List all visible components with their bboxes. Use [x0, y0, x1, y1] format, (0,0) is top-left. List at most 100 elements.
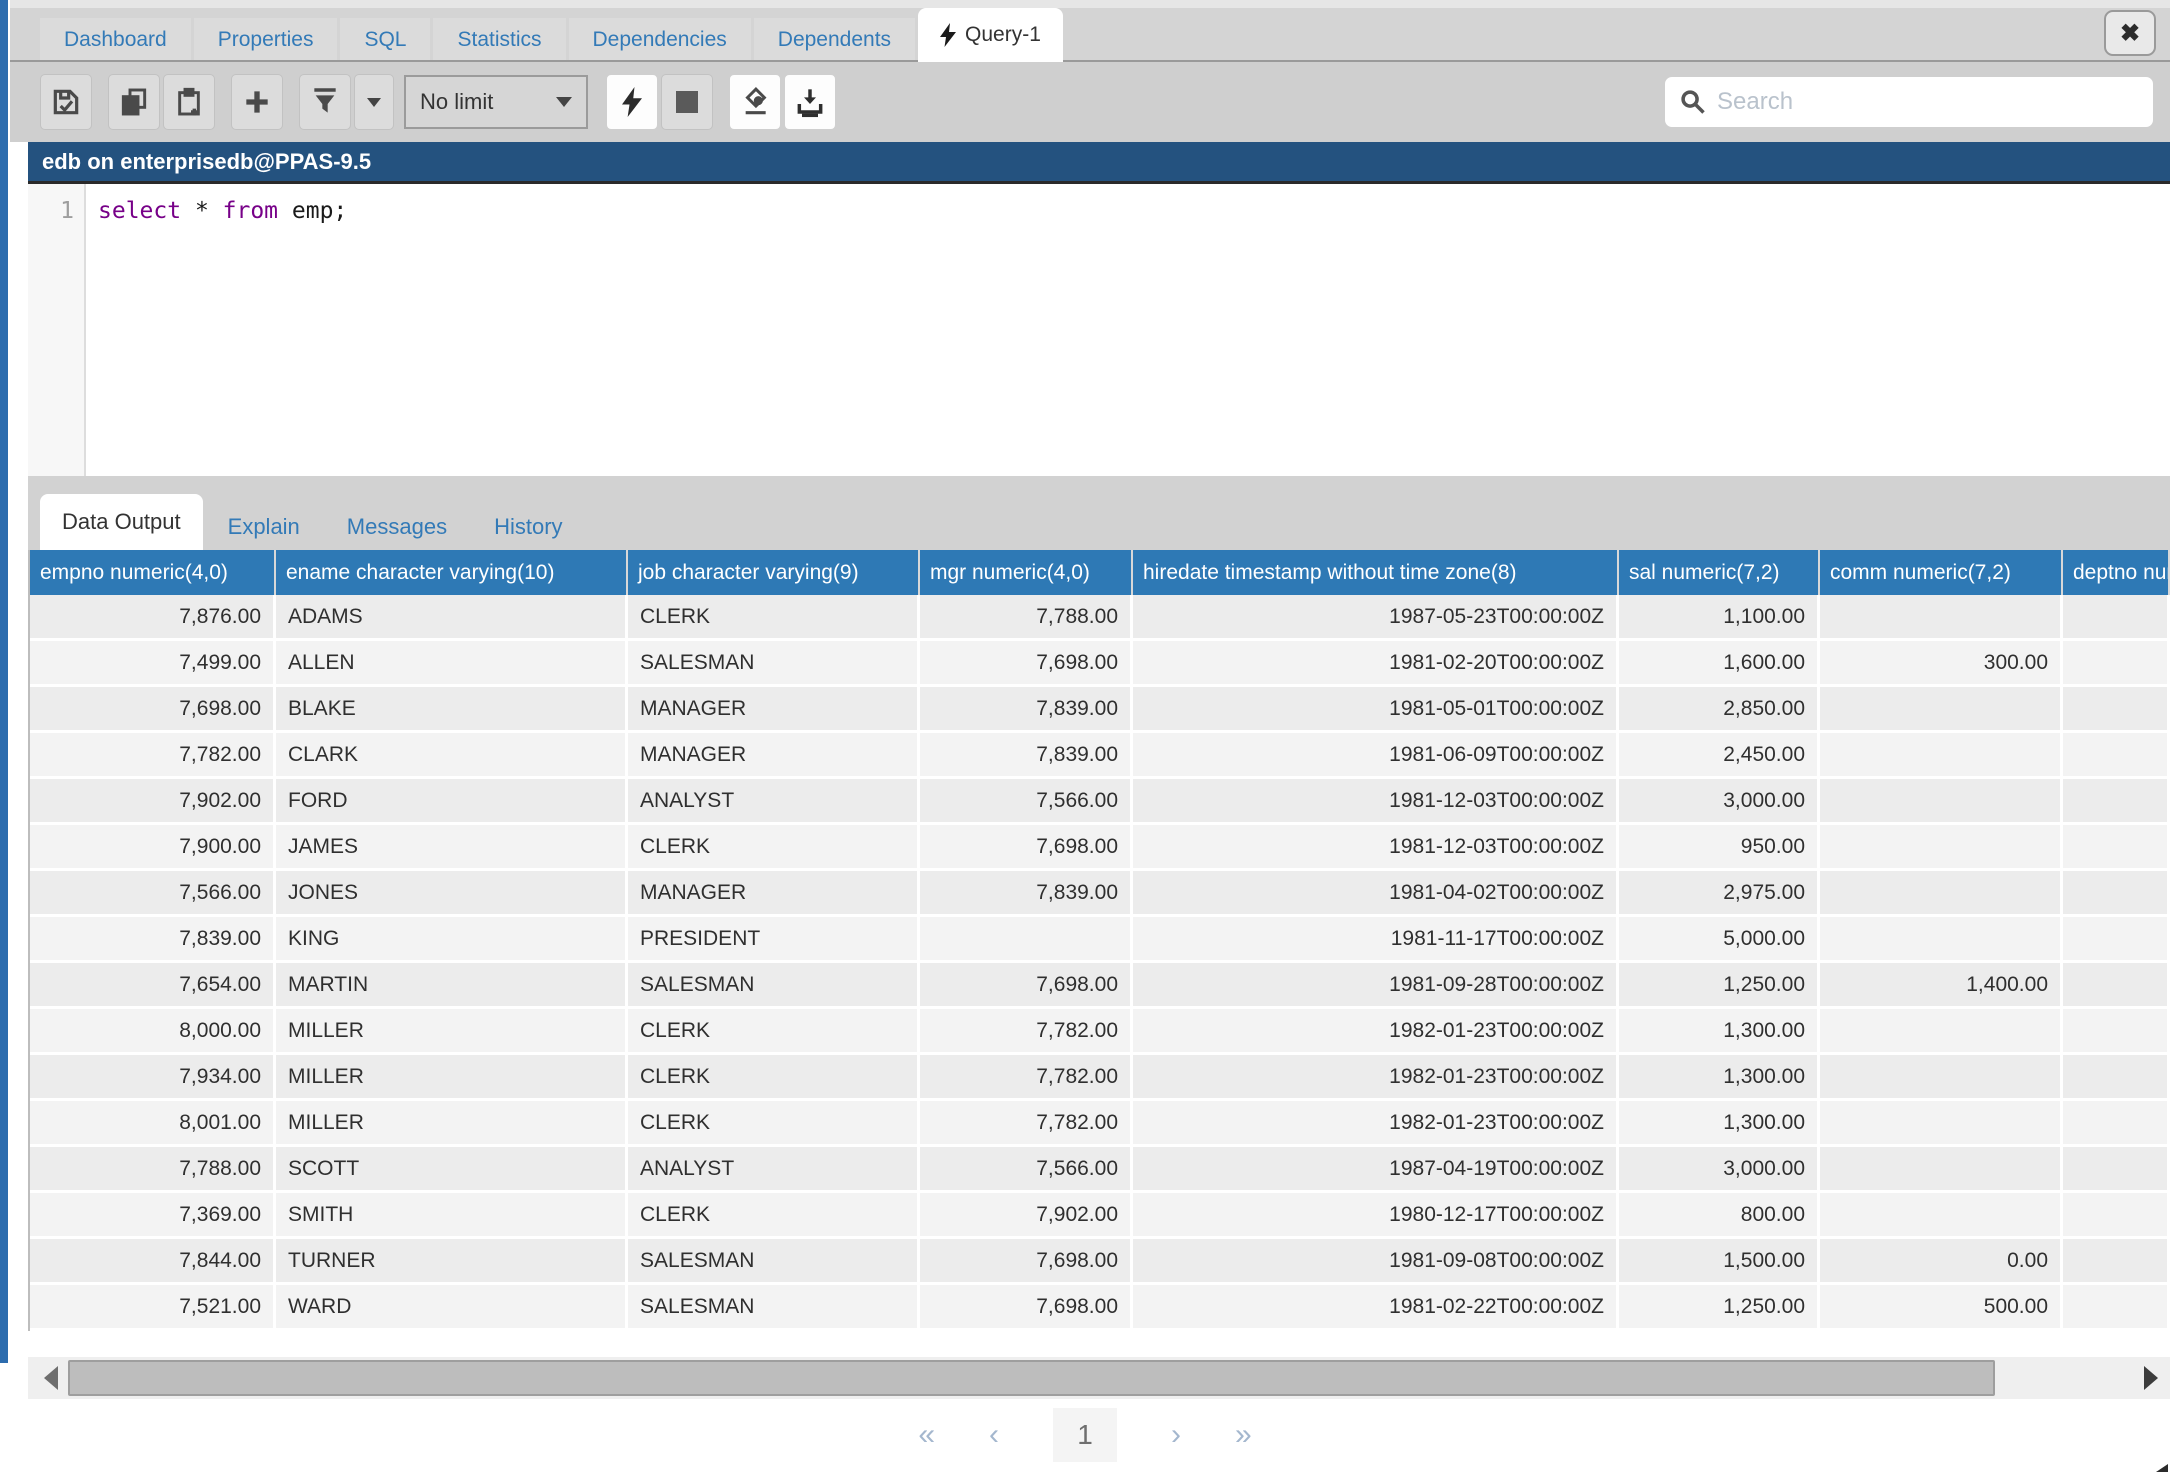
- table-cell[interactable]: CLARK: [276, 733, 628, 776]
- table-cell[interactable]: [1820, 825, 2063, 868]
- table-cell[interactable]: 1,300.00: [1619, 1101, 1820, 1144]
- table-cell[interactable]: 7,698.00: [920, 1285, 1133, 1328]
- table-cell[interactable]: 7,839.00: [920, 733, 1133, 776]
- table-cell[interactable]: SCOTT: [276, 1147, 628, 1190]
- table-cell[interactable]: CLERK: [628, 1193, 920, 1236]
- table-cell[interactable]: [1820, 1147, 2063, 1190]
- table-cell[interactable]: 7,654.00: [30, 963, 276, 1006]
- table-cell[interactable]: 1981-11-17T00:00:00Z: [1133, 917, 1619, 960]
- table-cell[interactable]: CLERK: [628, 825, 920, 868]
- table-cell[interactable]: 1,500.00: [1619, 1239, 1820, 1282]
- table-cell[interactable]: JAMES: [276, 825, 628, 868]
- table-cell[interactable]: [2063, 1147, 2170, 1190]
- tab-dependents[interactable]: Dependents: [754, 18, 915, 62]
- column-header[interactable]: hiredate timestamp without time zone(8): [1133, 550, 1619, 595]
- table-cell[interactable]: 7,698.00: [30, 687, 276, 730]
- table-row[interactable]: 7,839.00KINGPRESIDENT1981-11-17T00:00:00…: [30, 917, 2170, 963]
- table-row[interactable]: 7,934.00MILLERCLERK7,782.001982-01-23T00…: [30, 1055, 2170, 1101]
- table-cell[interactable]: [2063, 871, 2170, 914]
- table-cell[interactable]: 1981-12-03T00:00:00Z: [1133, 779, 1619, 822]
- table-cell[interactable]: 1981-05-01T00:00:00Z: [1133, 687, 1619, 730]
- table-cell[interactable]: 0.00: [1820, 1239, 2063, 1282]
- table-cell[interactable]: 1981-12-03T00:00:00Z: [1133, 825, 1619, 868]
- filter-button[interactable]: [299, 74, 351, 130]
- table-cell[interactable]: [2063, 687, 2170, 730]
- table-cell[interactable]: MANAGER: [628, 687, 920, 730]
- tab-query-1[interactable]: Query-1: [918, 8, 1063, 62]
- table-cell[interactable]: [920, 917, 1133, 960]
- table-cell[interactable]: 1982-01-23T00:00:00Z: [1133, 1055, 1619, 1098]
- table-cell[interactable]: 7,839.00: [920, 871, 1133, 914]
- table-cell[interactable]: CLERK: [628, 595, 920, 638]
- tab-data-output[interactable]: Data Output: [40, 494, 203, 550]
- table-cell[interactable]: CLERK: [628, 1101, 920, 1144]
- table-cell[interactable]: 800.00: [1619, 1193, 1820, 1236]
- column-header[interactable]: comm numeric(7,2): [1820, 550, 2063, 595]
- table-cell[interactable]: [2063, 963, 2170, 1006]
- table-cell[interactable]: 3,000.00: [1619, 1147, 1820, 1190]
- table-cell[interactable]: 7,782.00: [30, 733, 276, 776]
- add-row-button[interactable]: [231, 74, 283, 130]
- table-cell[interactable]: 7,369.00: [30, 1193, 276, 1236]
- column-header[interactable]: sal numeric(7,2): [1619, 550, 1820, 595]
- table-cell[interactable]: [2063, 1101, 2170, 1144]
- table-cell[interactable]: [1820, 1193, 2063, 1236]
- table-cell[interactable]: 2,450.00: [1619, 733, 1820, 776]
- table-cell[interactable]: 7,782.00: [920, 1055, 1133, 1098]
- table-cell[interactable]: 1981-04-02T00:00:00Z: [1133, 871, 1619, 914]
- table-cell[interactable]: JONES: [276, 871, 628, 914]
- current-page-button[interactable]: 1: [1053, 1408, 1117, 1462]
- prev-page-button[interactable]: ‹: [989, 1409, 999, 1461]
- table-cell[interactable]: [1820, 687, 2063, 730]
- table-cell[interactable]: 7,902.00: [920, 1193, 1133, 1236]
- table-cell[interactable]: [2063, 595, 2170, 638]
- table-cell[interactable]: CLERK: [628, 1009, 920, 1052]
- table-row[interactable]: 8,001.00MILLERCLERK7,782.001982-01-23T00…: [30, 1101, 2170, 1147]
- table-cell[interactable]: MILLER: [276, 1055, 628, 1098]
- table-row[interactable]: 7,566.00JONESMANAGER7,839.001981-04-02T0…: [30, 871, 2170, 917]
- table-row[interactable]: 7,844.00TURNERSALESMAN7,698.001981-09-08…: [30, 1239, 2170, 1285]
- table-cell[interactable]: MARTIN: [276, 963, 628, 1006]
- table-cell[interactable]: [1820, 733, 2063, 776]
- table-row[interactable]: 7,900.00JAMESCLERK7,698.001981-12-03T00:…: [30, 825, 2170, 871]
- table-cell[interactable]: 7,900.00: [30, 825, 276, 868]
- table-cell[interactable]: [1820, 917, 2063, 960]
- tab-messages[interactable]: Messages: [325, 504, 469, 550]
- table-cell[interactable]: 7,844.00: [30, 1239, 276, 1282]
- table-cell[interactable]: 7,934.00: [30, 1055, 276, 1098]
- table-cell[interactable]: 7,902.00: [30, 779, 276, 822]
- table-cell[interactable]: ALLEN: [276, 641, 628, 684]
- table-cell[interactable]: 7,698.00: [920, 825, 1133, 868]
- tab-dependencies[interactable]: Dependencies: [569, 18, 751, 62]
- table-row[interactable]: 8,000.00MILLERCLERK7,782.001982-01-23T00…: [30, 1009, 2170, 1055]
- table-cell[interactable]: 8,000.00: [30, 1009, 276, 1052]
- table-cell[interactable]: FORD: [276, 779, 628, 822]
- execute-query-button[interactable]: [606, 74, 658, 130]
- table-cell[interactable]: SALESMAN: [628, 963, 920, 1006]
- table-row[interactable]: 7,521.00WARDSALESMAN7,698.001981-02-22T0…: [30, 1285, 2170, 1331]
- table-row[interactable]: 7,902.00FORDANALYST7,566.001981-12-03T00…: [30, 779, 2170, 825]
- last-page-button[interactable]: »: [1235, 1409, 1252, 1461]
- table-cell[interactable]: 1981-09-08T00:00:00Z: [1133, 1239, 1619, 1282]
- table-cell[interactable]: 7,876.00: [30, 595, 276, 638]
- table-cell[interactable]: 1,300.00: [1619, 1009, 1820, 1052]
- table-cell[interactable]: [2063, 1055, 2170, 1098]
- table-cell[interactable]: 1980-12-17T00:00:00Z: [1133, 1193, 1619, 1236]
- table-cell[interactable]: 1987-04-19T00:00:00Z: [1133, 1147, 1619, 1190]
- table-cell[interactable]: MILLER: [276, 1101, 628, 1144]
- table-cell[interactable]: 950.00: [1619, 825, 1820, 868]
- table-cell[interactable]: 1,600.00: [1619, 641, 1820, 684]
- tab-properties[interactable]: Properties: [194, 18, 338, 62]
- table-cell[interactable]: 1,250.00: [1619, 1285, 1820, 1328]
- table-row[interactable]: 7,782.00CLARKMANAGER7,839.001981-06-09T0…: [30, 733, 2170, 779]
- table-cell[interactable]: 7,788.00: [920, 595, 1133, 638]
- table-row[interactable]: 7,654.00MARTINSALESMAN7,698.001981-09-28…: [30, 963, 2170, 1009]
- table-cell[interactable]: 5,000.00: [1619, 917, 1820, 960]
- next-page-button[interactable]: ›: [1171, 1409, 1181, 1461]
- table-cell[interactable]: 1981-02-22T00:00:00Z: [1133, 1285, 1619, 1328]
- scroll-right-button[interactable]: [2144, 1366, 2158, 1390]
- window-resize-grip[interactable]: [2156, 1458, 2168, 1472]
- table-cell[interactable]: 7,566.00: [30, 871, 276, 914]
- table-cell[interactable]: 7,782.00: [920, 1101, 1133, 1144]
- table-cell[interactable]: 2,975.00: [1619, 871, 1820, 914]
